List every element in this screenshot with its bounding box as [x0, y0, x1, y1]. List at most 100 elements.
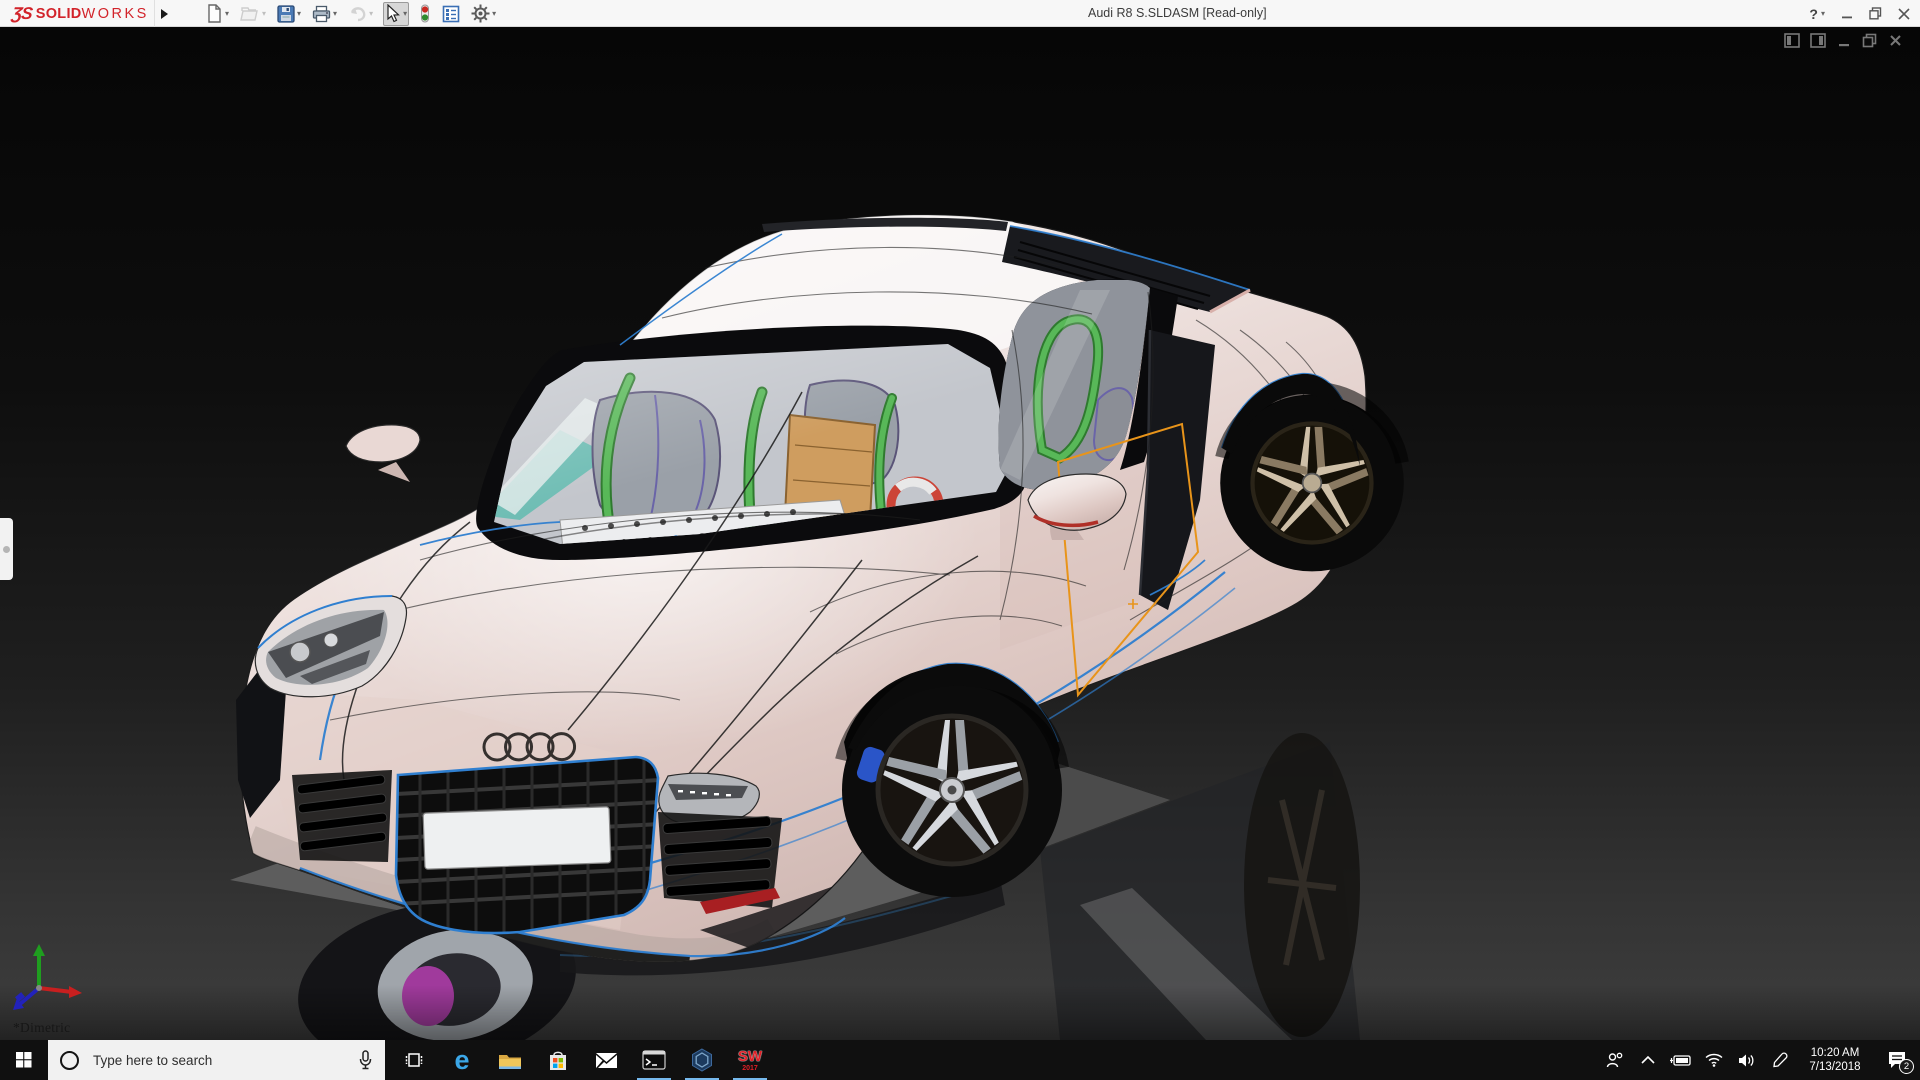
pane-right-icon [1809, 33, 1826, 48]
wifi-button[interactable] [1697, 1040, 1730, 1080]
store-button[interactable] [534, 1040, 582, 1080]
chevron-up-icon [1640, 1056, 1655, 1064]
taskbar-apps: e SW 2017 [390, 1040, 774, 1080]
volume-icon [1738, 1054, 1753, 1066]
clock-time: 10:20 AM [1810, 1047, 1860, 1059]
orientation-triad [13, 944, 82, 1010]
people-icon [1606, 1052, 1622, 1068]
titlebar: ƷS SOLID WORKS ▾ ▾ ▾ ▾ ▾ ▾ ▾ Audi R8 S.S… [0, 0, 1920, 27]
file-properties-button[interactable] [441, 2, 461, 26]
document-title: Audi R8 S.SLDASM [Read-only] [1088, 6, 1267, 20]
mail-icon [595, 1052, 617, 1068]
microphone-icon[interactable] [358, 1050, 373, 1070]
ds-mark-icon: ƷS [10, 3, 34, 23]
close-button[interactable] [1898, 7, 1910, 20]
notification-badge: 2 [1899, 1059, 1914, 1074]
left-intake [292, 770, 392, 862]
graphics-area[interactable]: *Dimetric [0, 27, 1920, 1040]
solidworks-app-icon: SW 2017 [737, 1047, 763, 1072]
gear-icon [471, 4, 490, 23]
task-view-icon [405, 1053, 423, 1067]
solidworks-app-button[interactable]: SW 2017 [726, 1040, 774, 1080]
doc-close-button[interactable] [1887, 32, 1904, 49]
close-icon [1890, 35, 1901, 46]
triad-x-axis [38, 986, 82, 998]
new-document-button[interactable]: ▾ [204, 2, 230, 26]
minimize-icon [1842, 16, 1852, 18]
document-window-controls [1783, 32, 1904, 49]
search-placeholder: Type here to search [93, 1052, 213, 1068]
menu-flyout-button[interactable] [154, 0, 174, 27]
task-view-button[interactable] [390, 1040, 438, 1080]
expand-handle-icon [3, 545, 10, 553]
people-button[interactable] [1598, 1040, 1631, 1080]
undo-arrow-icon [351, 7, 366, 22]
tray-overflow-button[interactable] [1631, 1040, 1664, 1080]
start-button[interactable] [0, 1040, 48, 1080]
3d-scene[interactable] [0, 27, 1920, 1040]
pane-left-icon [1783, 33, 1800, 48]
system-tray: 10:20 AM 7/13/2018 2 [1598, 1040, 1920, 1080]
new-document-icon [208, 4, 221, 23]
close-icon [1898, 7, 1910, 20]
restore-button[interactable] [1869, 7, 1882, 20]
windows-taskbar: Type here to search e SW 2017 10:20 AM 7… [0, 1040, 1920, 1080]
edge-button[interactable]: e [438, 1040, 486, 1080]
battery-icon [1669, 1054, 1691, 1066]
file-explorer-icon [499, 1054, 521, 1069]
volume-button[interactable] [1730, 1040, 1763, 1080]
print-icon [312, 5, 331, 22]
chevron-down-icon: ▾ [1820, 9, 1825, 18]
open-button[interactable]: ▾ [239, 2, 267, 26]
view-orientation-label: *Dimetric [13, 1020, 71, 1035]
rebuild-button[interactable] [418, 2, 432, 26]
hexagon-app-icon [692, 1048, 712, 1072]
store-icon [550, 1051, 566, 1070]
solidworks-logo: ƷS SOLID WORKS [10, 0, 149, 27]
front-grille [394, 755, 660, 935]
license-plate [422, 806, 612, 870]
quick-access-toolbar: ▾ ▾ ▾ ▾ ▾ ▾ ▾ [204, 0, 497, 27]
rebuild-stoplight-icon [421, 4, 430, 23]
doc-minimize-button[interactable] [1835, 32, 1852, 49]
select-tool-button[interactable]: ▾ [383, 1, 410, 26]
restore-icon [1862, 33, 1877, 48]
action-center-button[interactable]: 2 [1874, 1040, 1920, 1080]
battery-button[interactable] [1664, 1040, 1697, 1080]
doc-restore-button[interactable] [1861, 32, 1878, 49]
save-floppy-icon [277, 4, 295, 23]
wifi-icon [1705, 1053, 1722, 1067]
file-properties-icon [442, 5, 460, 22]
pane-toggle-right-button[interactable] [1809, 32, 1826, 49]
cortana-icon [60, 1050, 79, 1070]
pen-button[interactable] [1763, 1040, 1796, 1080]
options-button[interactable]: ▾ [470, 2, 497, 26]
edge-icon: e [454, 1044, 470, 1075]
print-button[interactable]: ▾ [311, 2, 338, 26]
cursor-arrow-icon [387, 4, 401, 23]
command-prompt-button[interactable] [630, 1040, 678, 1080]
minimize-icon [1838, 43, 1849, 46]
brand-light: WORKS [81, 5, 149, 22]
window-controls: ? ▾ [1809, 0, 1910, 27]
triad-y-axis [33, 944, 45, 988]
file-explorer-button[interactable] [486, 1040, 534, 1080]
open-folder-icon [240, 6, 258, 21]
brand-bold: SOLID [35, 5, 82, 22]
undo-button[interactable]: ▾ [347, 2, 374, 26]
hexagon-app-button[interactable] [678, 1040, 726, 1080]
pen-icon [1772, 1052, 1788, 1068]
play-arrow-icon [161, 8, 168, 19]
save-button[interactable]: ▾ [276, 2, 302, 26]
feature-manager-collapsed-tab[interactable] [0, 518, 13, 580]
pane-toggle-left-button[interactable] [1783, 32, 1800, 49]
minimize-button[interactable] [1841, 8, 1853, 20]
triad-z-axis [13, 986, 41, 1010]
scene-root [0, 27, 1920, 1040]
taskbar-search-input[interactable]: Type here to search [48, 1040, 385, 1080]
help-button[interactable]: ? ▾ [1809, 6, 1825, 22]
right-intake [658, 812, 782, 914]
clock[interactable]: 10:20 AM 7/13/2018 [1796, 1046, 1874, 1074]
windows-logo-icon [16, 1052, 32, 1068]
mail-button[interactable] [582, 1040, 630, 1080]
